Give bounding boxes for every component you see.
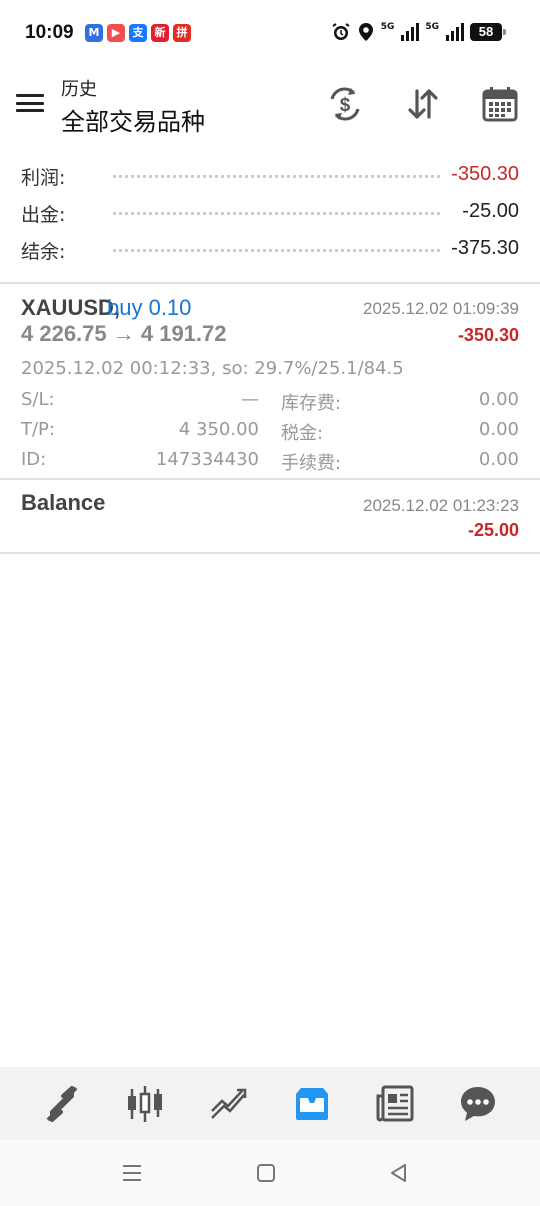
back-button[interactable] — [384, 1160, 414, 1186]
back-icon — [391, 1164, 406, 1182]
detail-value: — — [241, 389, 259, 410]
balance-history-item[interactable]: Balance 2025.12.02 01:23:23 -25.00 — [0, 480, 540, 552]
summary-row-profit: 利润: -350.30 — [0, 155, 540, 192]
dotted-leader — [113, 175, 440, 178]
summary-value: -375.30 — [445, 237, 519, 260]
trade-detail-row: T/P: 4 350.00 税金: 0.00 — [21, 417, 519, 447]
system-navigation-bar — [0, 1140, 540, 1206]
alipay-icon: 支 — [129, 24, 147, 42]
trade-open-info: 2025.12.02 00:12:33, so: 29.7%/25.1/84.5 — [21, 358, 404, 379]
detail-label: 税金: — [281, 423, 324, 444]
calendar-icon — [482, 87, 518, 122]
currency-exchange-button[interactable]: $ — [325, 84, 365, 124]
detail-label: ID: — [21, 449, 47, 470]
status-time: 10:09 — [25, 22, 74, 43]
detail-label: 手续费: — [281, 453, 342, 474]
trade-history-item[interactable]: XAUUSD, buy 0.10 2025.12.02 01:09:39 4 2… — [0, 285, 540, 478]
svg-text:$: $ — [340, 95, 351, 116]
dollar-exchange-icon: $ — [330, 87, 360, 121]
divider — [0, 282, 540, 284]
menu-icon[interactable] — [16, 92, 44, 114]
news-app-icon: 新 — [151, 24, 169, 42]
trade-close-time: 2025.12.02 01:09:39 — [363, 299, 519, 318]
trade-details: S/L: — 库存费: 0.00 T/P: 4 350.00 税金: 0.00 … — [21, 387, 519, 477]
detail-label: 库存费: — [281, 393, 342, 414]
date-range-button[interactable] — [480, 84, 520, 124]
detail-value: 147334430 — [155, 449, 259, 470]
nav-trade[interactable] — [200, 1076, 256, 1132]
news-icon — [376, 1085, 414, 1121]
symbol-filter-title[interactable]: 全部交易品种 — [61, 102, 205, 137]
dotted-leader — [113, 249, 440, 252]
summary-panel: 利润: -350.30 出金: -25.00 结余: -375.30 — [0, 155, 540, 266]
home-icon — [257, 1164, 275, 1182]
network-type-label: 5G — [380, 22, 395, 32]
chat-icon — [461, 1086, 496, 1121]
recent-apps-icon — [123, 1165, 141, 1181]
network-type-label-2: 5G — [425, 22, 439, 32]
system-icons: 5G 5G 58 — [331, 22, 506, 42]
dotted-leader — [113, 212, 440, 215]
meituan-icon: M — [85, 24, 103, 42]
trade-profit: -350.30 — [457, 325, 519, 345]
recent-apps-button[interactable] — [117, 1160, 147, 1186]
video-app-icon: ▶ — [107, 24, 125, 42]
nav-quotes[interactable] — [34, 1076, 90, 1132]
signal-strength-icon-2 — [446, 23, 464, 41]
sort-button[interactable] — [403, 84, 443, 124]
notification-app-icons: M ▶ 支 新 拼 — [85, 24, 191, 42]
summary-value: -25.00 — [456, 200, 519, 223]
home-button[interactable] — [251, 1160, 281, 1186]
summary-label: 利润: — [21, 167, 66, 189]
app-header: 历史 全部交易品种 $ — [0, 70, 540, 145]
trade-trend-icon — [211, 1088, 247, 1119]
balance-time: 2025.12.02 01:23:23 — [363, 496, 519, 515]
trade-detail-row: ID: 147334430 手续费: 0.00 — [21, 447, 519, 477]
balance-title: Balance — [21, 490, 106, 515]
sort-arrows-icon — [408, 89, 438, 119]
candlestick-chart-icon — [127, 1085, 162, 1122]
history-inbox-icon — [295, 1087, 328, 1120]
detail-value: 0.00 — [478, 389, 519, 410]
divider — [0, 552, 540, 554]
nav-chart[interactable] — [117, 1076, 173, 1132]
trade-symbol: XAUUSD, — [21, 295, 121, 320]
summary-row-withdrawal: 出金: -25.00 — [0, 192, 540, 229]
battery-icon: 58 — [470, 23, 506, 41]
summary-row-balance: 结余: -375.30 — [0, 229, 540, 266]
detail-label: T/P: — [21, 419, 55, 440]
trade-prices: 4 226.75 → 4 191.72 — [21, 321, 227, 346]
shopping-app-icon: 拼 — [173, 24, 191, 42]
nav-news[interactable] — [367, 1076, 423, 1132]
summary-label: 出金: — [21, 204, 66, 226]
balance-amount: -25.00 — [467, 520, 519, 540]
detail-label: S/L: — [21, 389, 55, 410]
page-subtitle: 历史 — [61, 79, 97, 100]
nav-history[interactable] — [284, 1076, 340, 1132]
detail-value: 4 350.00 — [178, 419, 259, 440]
alarm-icon — [332, 23, 350, 40]
summary-value: -350.30 — [445, 163, 519, 186]
detail-value: 0.00 — [478, 419, 519, 440]
nav-chat[interactable] — [450, 1076, 506, 1132]
quotes-icon — [46, 1085, 78, 1122]
location-icon — [358, 23, 373, 41]
trade-type: buy 0.10 — [107, 295, 192, 320]
bottom-navigation — [0, 1067, 540, 1140]
summary-label: 结余: — [21, 241, 66, 263]
status-bar: 10:09 M ▶ 支 新 拼 5G 5G 58 — [0, 0, 540, 70]
signal-strength-icon — [401, 23, 420, 41]
trade-detail-row: S/L: — 库存费: 0.00 — [21, 387, 519, 417]
detail-value: 0.00 — [478, 449, 519, 470]
